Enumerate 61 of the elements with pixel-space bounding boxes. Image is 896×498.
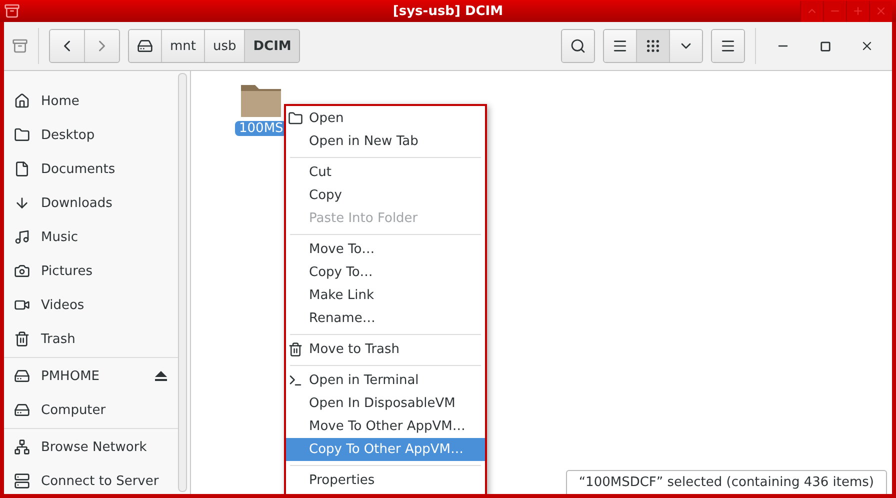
sidebar-item[interactable]: Music: [4, 220, 180, 254]
sidebar-item[interactable]: Pictures: [4, 254, 180, 288]
close-icon: [860, 39, 874, 53]
plus-icon: [852, 5, 864, 17]
sidebar-item[interactable]: Trash: [4, 322, 180, 356]
server-icon: [14, 473, 30, 489]
download-icon: [14, 195, 30, 211]
menu-item[interactable]: Move To Other AppVM…: [286, 415, 485, 438]
scrollbar[interactable]: [178, 73, 187, 492]
status-text: “100MSDCF” selected (containing 436 items): [566, 470, 887, 494]
grid-icon: [645, 38, 661, 54]
list-view-button[interactable]: [604, 30, 636, 62]
sidebar-item[interactable]: Documents: [4, 152, 180, 186]
sidebar-item[interactable]: Computer: [4, 393, 180, 427]
menu-item[interactable]: Move to Trash: [286, 338, 485, 361]
sidebar-item[interactable]: Downloads: [4, 186, 180, 220]
path-crumb[interactable]: mnt: [161, 30, 204, 62]
drive-crumb[interactable]: [129, 30, 161, 62]
menu-item[interactable]: Copy: [286, 184, 485, 207]
menu-icon: [720, 38, 736, 54]
path-crumb[interactable]: usb: [204, 30, 244, 62]
search-icon: [570, 38, 586, 54]
drawer-icon: [12, 38, 28, 54]
document-icon: [14, 161, 30, 177]
drive-icon: [14, 368, 30, 384]
menu-item[interactable]: Rename…: [286, 307, 485, 330]
grid-view-button[interactable]: [636, 30, 669, 62]
menu-item[interactable]: Open In DisposableVM: [286, 392, 485, 415]
path-crumb[interactable]: DCIM: [244, 30, 300, 62]
search-button[interactable]: [562, 30, 594, 62]
sidebar-item[interactable]: Connect to Server: [4, 464, 180, 498]
trash-icon: [288, 342, 303, 357]
eject-icon[interactable]: [154, 370, 168, 382]
menu-item[interactable]: Copy To…: [286, 261, 485, 284]
list-icon: [612, 38, 628, 54]
app-icon: [4, 3, 20, 19]
menu-item[interactable]: Move To…: [286, 238, 485, 261]
music-icon: [14, 229, 30, 245]
sidebar-item[interactable]: PMHOME: [4, 359, 180, 393]
sidebar-item[interactable]: Videos: [4, 288, 180, 322]
menu-item[interactable]: Make Link: [286, 284, 485, 307]
menu-button[interactable]: [712, 30, 744, 62]
folder-icon: [14, 127, 30, 143]
network-icon: [14, 439, 30, 455]
menu-item[interactable]: Cut: [286, 161, 485, 184]
sidebar-item[interactable]: Desktop: [4, 118, 180, 152]
home-icon: [14, 93, 30, 109]
sidebar-item[interactable]: Home: [4, 84, 180, 118]
drive-icon: [137, 38, 153, 54]
trash-icon: [14, 331, 30, 347]
window-title: [sys-usb] DCIM: [392, 4, 504, 18]
sidebar-item[interactable]: Browse Network: [4, 430, 180, 464]
close-icon: [875, 5, 887, 17]
menu-item[interactable]: Open in Terminal: [286, 369, 485, 392]
menu-item[interactable]: Open: [286, 107, 485, 130]
terminal-icon: [288, 373, 303, 388]
menu-item[interactable]: Properties: [286, 469, 485, 492]
camera-icon: [14, 263, 30, 279]
menu-item[interactable]: Open in New Tab: [286, 130, 485, 153]
folder-icon: [288, 111, 303, 126]
maximize-icon: [820, 40, 830, 52]
